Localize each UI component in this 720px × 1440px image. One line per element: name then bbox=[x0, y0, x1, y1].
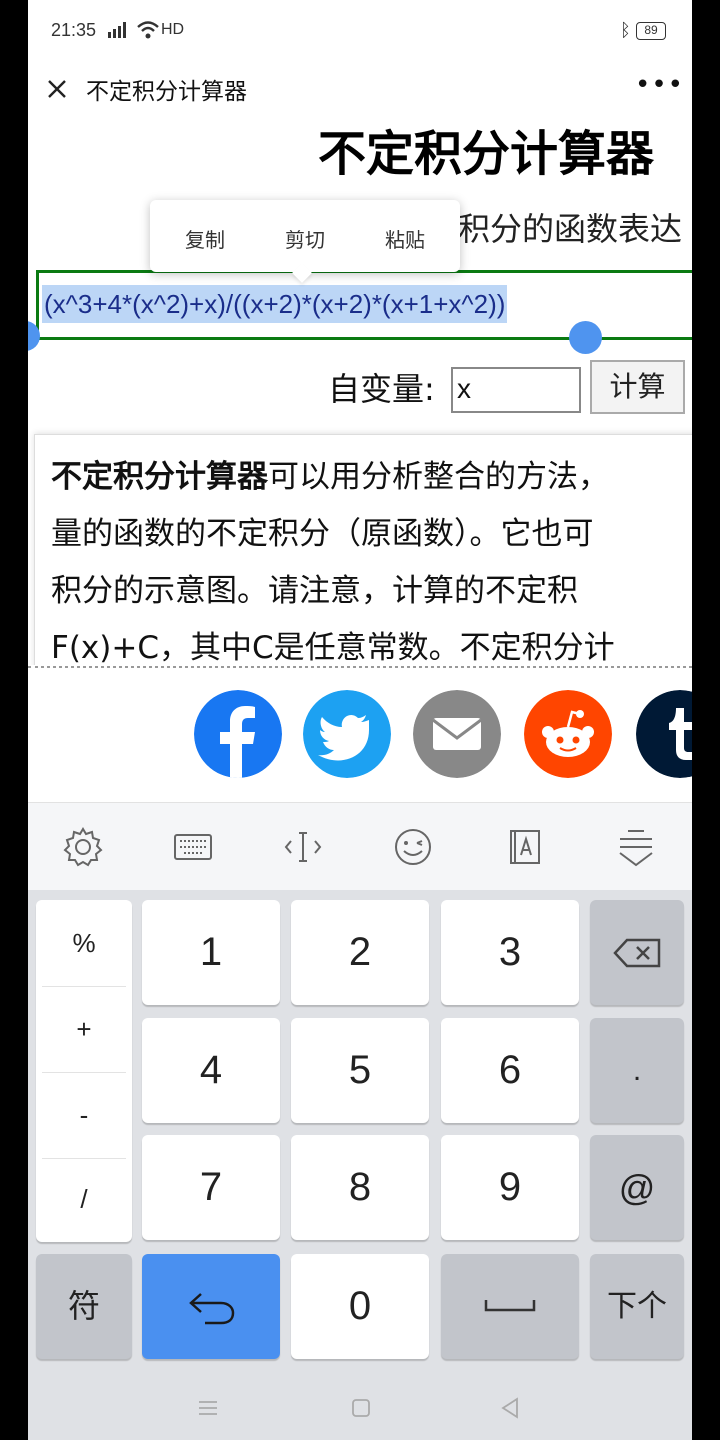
app-bar: 不定积分计算器 ••• bbox=[28, 64, 692, 120]
page-heading: 不定积分计算器 bbox=[318, 126, 655, 182]
copy-menu-item[interactable]: 复制 bbox=[185, 224, 225, 253]
menu-nav-icon[interactable] bbox=[196, 1396, 220, 1420]
next-key[interactable]: 下个 bbox=[590, 1254, 684, 1359]
app-title: 不定积分计算器 bbox=[86, 79, 247, 105]
twitter-icon[interactable] bbox=[303, 690, 391, 778]
key-8[interactable]: 8 bbox=[291, 1135, 429, 1240]
wifi-icon bbox=[137, 21, 159, 39]
status-bar: 21:35 HD ᛒ 89 bbox=[28, 0, 692, 64]
keyboard-toolbar bbox=[28, 802, 692, 890]
key-9[interactable]: 9 bbox=[441, 1135, 579, 1240]
email-icon[interactable] bbox=[413, 690, 501, 778]
return-arrow-icon bbox=[189, 1293, 235, 1325]
key-1[interactable]: 1 bbox=[142, 900, 280, 1005]
calculate-button[interactable]: 计算 bbox=[590, 360, 685, 414]
key-at[interactable]: @ bbox=[590, 1135, 684, 1240]
backspace-key[interactable] bbox=[590, 900, 684, 1005]
battery-icon: 89 bbox=[636, 22, 666, 40]
cursor-move-icon[interactable] bbox=[281, 825, 325, 869]
key-2[interactable]: 2 bbox=[291, 900, 429, 1005]
backspace-icon bbox=[613, 938, 661, 968]
more-options-icon[interactable]: ••• bbox=[635, 70, 684, 100]
space-bar-icon bbox=[484, 1300, 536, 1312]
system-nav-bar bbox=[28, 1380, 692, 1440]
description-bold-title: 不定积分计算器 bbox=[51, 459, 268, 495]
home-nav-icon[interactable] bbox=[349, 1396, 373, 1420]
key-slash[interactable]: / bbox=[36, 1156, 132, 1242]
numeric-keyboard: % + - / 1 2 3 4 5 6 . 7 8 9 @ 符 0 下个 bbox=[28, 890, 692, 1380]
key-4[interactable]: 4 bbox=[142, 1018, 280, 1123]
share-bar bbox=[28, 668, 692, 802]
bluetooth-icon: ᛒ bbox=[620, 20, 631, 41]
emoji-icon[interactable] bbox=[391, 825, 435, 869]
text-context-menu: 复制 剪切 粘贴 bbox=[150, 200, 460, 283]
key-plus[interactable]: + bbox=[36, 986, 132, 1072]
key-0[interactable]: 0 bbox=[291, 1254, 429, 1359]
cut-menu-item[interactable]: 剪切 bbox=[285, 224, 325, 253]
description-text: 不定积分计算器可以用分析整合的方法， 量的函数的不定积分（原函数）。它也可 积分的示… bbox=[51, 459, 615, 665]
symbol-column: % + - / bbox=[36, 900, 132, 1242]
facebook-icon[interactable] bbox=[194, 690, 282, 778]
key-5[interactable]: 5 bbox=[291, 1018, 429, 1123]
keyboard-layout-icon[interactable] bbox=[171, 825, 215, 869]
key-percent[interactable]: % bbox=[36, 900, 132, 986]
phone-screen: 21:35 HD ᛒ 89 不定积分计算器 ••• 不定积分计算器 积分的函数表… bbox=[28, 0, 692, 1440]
hide-keyboard-icon[interactable] bbox=[614, 825, 658, 869]
expression-prompt: 积分的函数表达 bbox=[458, 210, 683, 248]
key-6[interactable]: 6 bbox=[441, 1018, 579, 1123]
web-page: 不定积分计算器 积分的函数表达 (x^3+4*(x^2)+x)/((x+2)*(… bbox=[28, 120, 692, 665]
cellular-signal-icon bbox=[108, 22, 126, 38]
selection-handle-end[interactable] bbox=[569, 321, 602, 354]
paste-menu-item[interactable]: 粘贴 bbox=[385, 224, 425, 253]
key-3[interactable]: 3 bbox=[441, 900, 579, 1005]
reddit-icon[interactable] bbox=[524, 690, 612, 778]
network-type: HD bbox=[161, 21, 185, 38]
description-card: 不定积分计算器可以用分析整合的方法， 量的函数的不定积分（原函数）。它也可 积分的示… bbox=[34, 434, 692, 665]
variable-label: 自变量: bbox=[328, 370, 435, 408]
close-icon[interactable] bbox=[42, 74, 72, 104]
symbols-key[interactable]: 符 bbox=[36, 1254, 132, 1359]
space-key[interactable] bbox=[441, 1254, 579, 1359]
settings-gear-icon[interactable] bbox=[61, 825, 105, 869]
back-nav-icon[interactable] bbox=[498, 1396, 522, 1420]
selected-expression-text[interactable]: (x^3+4*(x^2)+x)/((x+2)*(x+2)*(x+1+x^2)) bbox=[42, 285, 508, 323]
tumblr-icon[interactable] bbox=[636, 690, 692, 778]
variable-input[interactable]: x bbox=[451, 367, 581, 413]
text-edit-icon[interactable] bbox=[503, 825, 547, 869]
key-dot[interactable]: . bbox=[590, 1018, 684, 1123]
status-time: 21:35 bbox=[51, 20, 97, 40]
return-key[interactable] bbox=[142, 1254, 280, 1359]
key-minus[interactable]: - bbox=[36, 1072, 132, 1158]
key-7[interactable]: 7 bbox=[142, 1135, 280, 1240]
